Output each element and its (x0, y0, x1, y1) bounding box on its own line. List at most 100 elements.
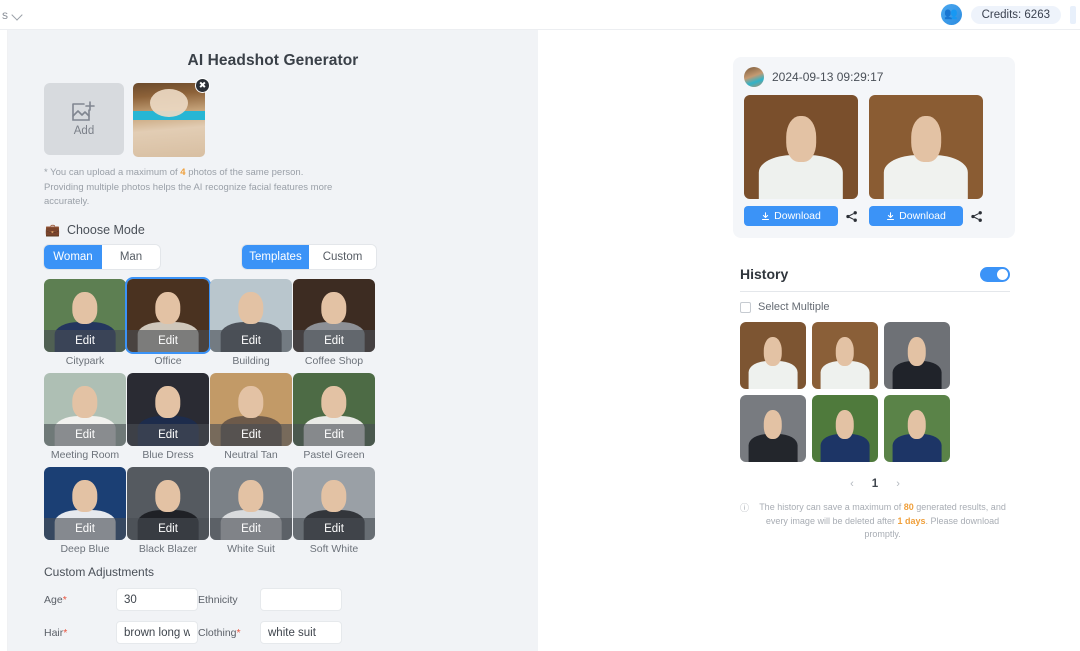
choose-mode-label: Choose Mode (66, 223, 145, 238)
template-edit-button[interactable]: Edit (210, 330, 292, 353)
share-icon[interactable] (970, 210, 983, 223)
template-name: White Suit (227, 543, 275, 556)
history-thumbnail[interactable] (812, 395, 878, 462)
chevron-down-icon[interactable] (12, 9, 24, 21)
template-card-white-suit[interactable]: Edit (210, 467, 292, 541)
result-item: Download (869, 95, 983, 226)
history-title: History (740, 266, 789, 282)
template-edit-button[interactable]: Edit (210, 424, 292, 447)
template-cell: Edit Deep Blue (44, 467, 126, 555)
template-name: Coffee Shop (304, 355, 364, 368)
template-edit-button[interactable]: Edit (127, 330, 209, 353)
template-edit-button[interactable]: Edit (293, 330, 375, 353)
history-thumbnail[interactable] (740, 322, 806, 389)
people-icon[interactable]: 👥 (940, 4, 962, 25)
page-number[interactable]: 1 (872, 478, 878, 490)
download-icon (762, 211, 770, 220)
template-name: Office (154, 355, 182, 368)
history-thumbnail[interactable] (740, 395, 806, 462)
image-plus-icon (72, 101, 95, 121)
template-edit-button[interactable]: Edit (44, 424, 126, 447)
choose-mode-header: 💼 Choose Mode (8, 210, 538, 237)
history-section: History Select Multiple ‹ 1 › ⓘ The hist… (740, 266, 1010, 542)
field-input-hair[interactable] (116, 621, 198, 645)
template-card-soft-white[interactable]: Edit (293, 467, 375, 541)
info-icon: ⓘ (740, 503, 750, 513)
top-bar-right: 👥 Credits: 6263 (940, 4, 1080, 25)
template-grid: Edit Citypark Edit Office Edit Building Edit Co… (8, 269, 538, 555)
template-edit-button[interactable]: Edit (127, 518, 209, 541)
left-rail (0, 30, 8, 651)
credits-badge[interactable]: Credits: 6263 (970, 5, 1061, 24)
template-name: Meeting Room (50, 449, 120, 462)
template-cell: Edit White Suit (210, 467, 292, 555)
template-card-deep-blue[interactable]: Edit (44, 467, 126, 541)
template-cell: Edit Pastel Green (293, 373, 375, 461)
template-card-pastel-green[interactable]: Edit (293, 373, 375, 447)
field-input-clothing[interactable] (260, 621, 342, 645)
generator-panel: AI Headshot Generator Add ✖ * You can up… (8, 30, 538, 651)
briefcase-icon: 💼 (45, 223, 60, 238)
history-thumbnail[interactable] (884, 395, 950, 462)
download-label: Download (899, 210, 946, 222)
source-option-templates[interactable]: Templates (242, 245, 309, 270)
field-label-clothing: Clothing* (198, 626, 241, 639)
template-card-coffee-shop[interactable]: Edit (293, 279, 375, 353)
template-card-blue-dress[interactable]: Edit (127, 373, 209, 447)
source-option-custom[interactable]: Custom (309, 245, 376, 270)
remove-photo-button[interactable]: ✖ (195, 78, 210, 93)
history-thumbnail[interactable] (884, 322, 950, 389)
template-card-black-blazer[interactable]: Edit (127, 467, 209, 541)
template-card-neutral-tan[interactable]: Edit (210, 373, 292, 447)
template-cell: Edit Neutral Tan (210, 373, 292, 461)
field-label-age: Age* (44, 593, 67, 606)
select-multiple-row[interactable]: Select Multiple (740, 292, 1010, 313)
template-edit-button[interactable]: Edit (44, 518, 126, 541)
add-photo-button[interactable]: Add (44, 83, 124, 155)
gender-option-man[interactable]: Man (102, 245, 160, 270)
template-edit-button[interactable]: Edit (210, 518, 292, 541)
result-image[interactable] (744, 95, 858, 199)
result-timestamp: 2024-09-13 09:29:17 (772, 70, 884, 84)
template-card-meeting-room[interactable]: Edit (44, 373, 126, 447)
history-toggle[interactable] (980, 266, 1010, 282)
custom-adjustments-form: Age* Ethnicity Hair* Clothing* (8, 579, 538, 645)
template-edit-button[interactable]: Edit (293, 424, 375, 447)
result-image[interactable] (869, 95, 983, 199)
template-card-office[interactable]: Edit (127, 279, 209, 353)
gender-option-woman[interactable]: Woman (44, 245, 102, 270)
page-title: AI Headshot Generator (187, 52, 359, 69)
uploaded-photo-image (133, 83, 205, 157)
template-card-citypark[interactable]: Edit (44, 279, 126, 353)
template-edit-button[interactable]: Edit (293, 518, 375, 541)
uploaded-photo[interactable]: ✖ (133, 78, 210, 157)
select-multiple-checkbox[interactable] (740, 301, 751, 313)
source-segmented-control: Templates Custom (242, 245, 376, 270)
template-edit-button[interactable]: Edit (44, 330, 126, 353)
result-images: Download Download (744, 87, 1004, 226)
share-icon[interactable] (845, 210, 858, 223)
download-icon (887, 211, 895, 220)
template-card-building[interactable]: Edit (210, 279, 292, 353)
top-bar: s 👥 Credits: 6263 (0, 0, 1080, 30)
history-thumbnail[interactable] (812, 322, 878, 389)
template-cell: Edit Black Blazer (127, 467, 209, 555)
chevron-right-icon[interactable]: › (896, 478, 900, 490)
field-label-ethnicity: Ethnicity (198, 593, 238, 606)
field-input-age[interactable] (116, 588, 198, 612)
select-multiple-label: Select Multiple (758, 301, 830, 313)
download-button[interactable]: Download (869, 206, 963, 226)
template-name: Blue Dress (142, 449, 194, 462)
field-input-ethnicity[interactable] (260, 588, 342, 612)
template-edit-button[interactable]: Edit (127, 424, 209, 447)
chevron-left-icon[interactable]: ‹ (850, 478, 854, 490)
template-name: Black Blazer (138, 543, 198, 556)
download-button[interactable]: Download (744, 206, 838, 226)
top-bar-left: s (0, 8, 200, 22)
history-header: History (740, 266, 1010, 282)
template-cell: Edit Office (127, 279, 209, 367)
template-name: Pastel Green (303, 449, 365, 462)
add-photo-label: Add (73, 125, 95, 137)
pagination: ‹ 1 › (740, 462, 1010, 490)
top-bar-edge-button[interactable] (1070, 5, 1076, 24)
